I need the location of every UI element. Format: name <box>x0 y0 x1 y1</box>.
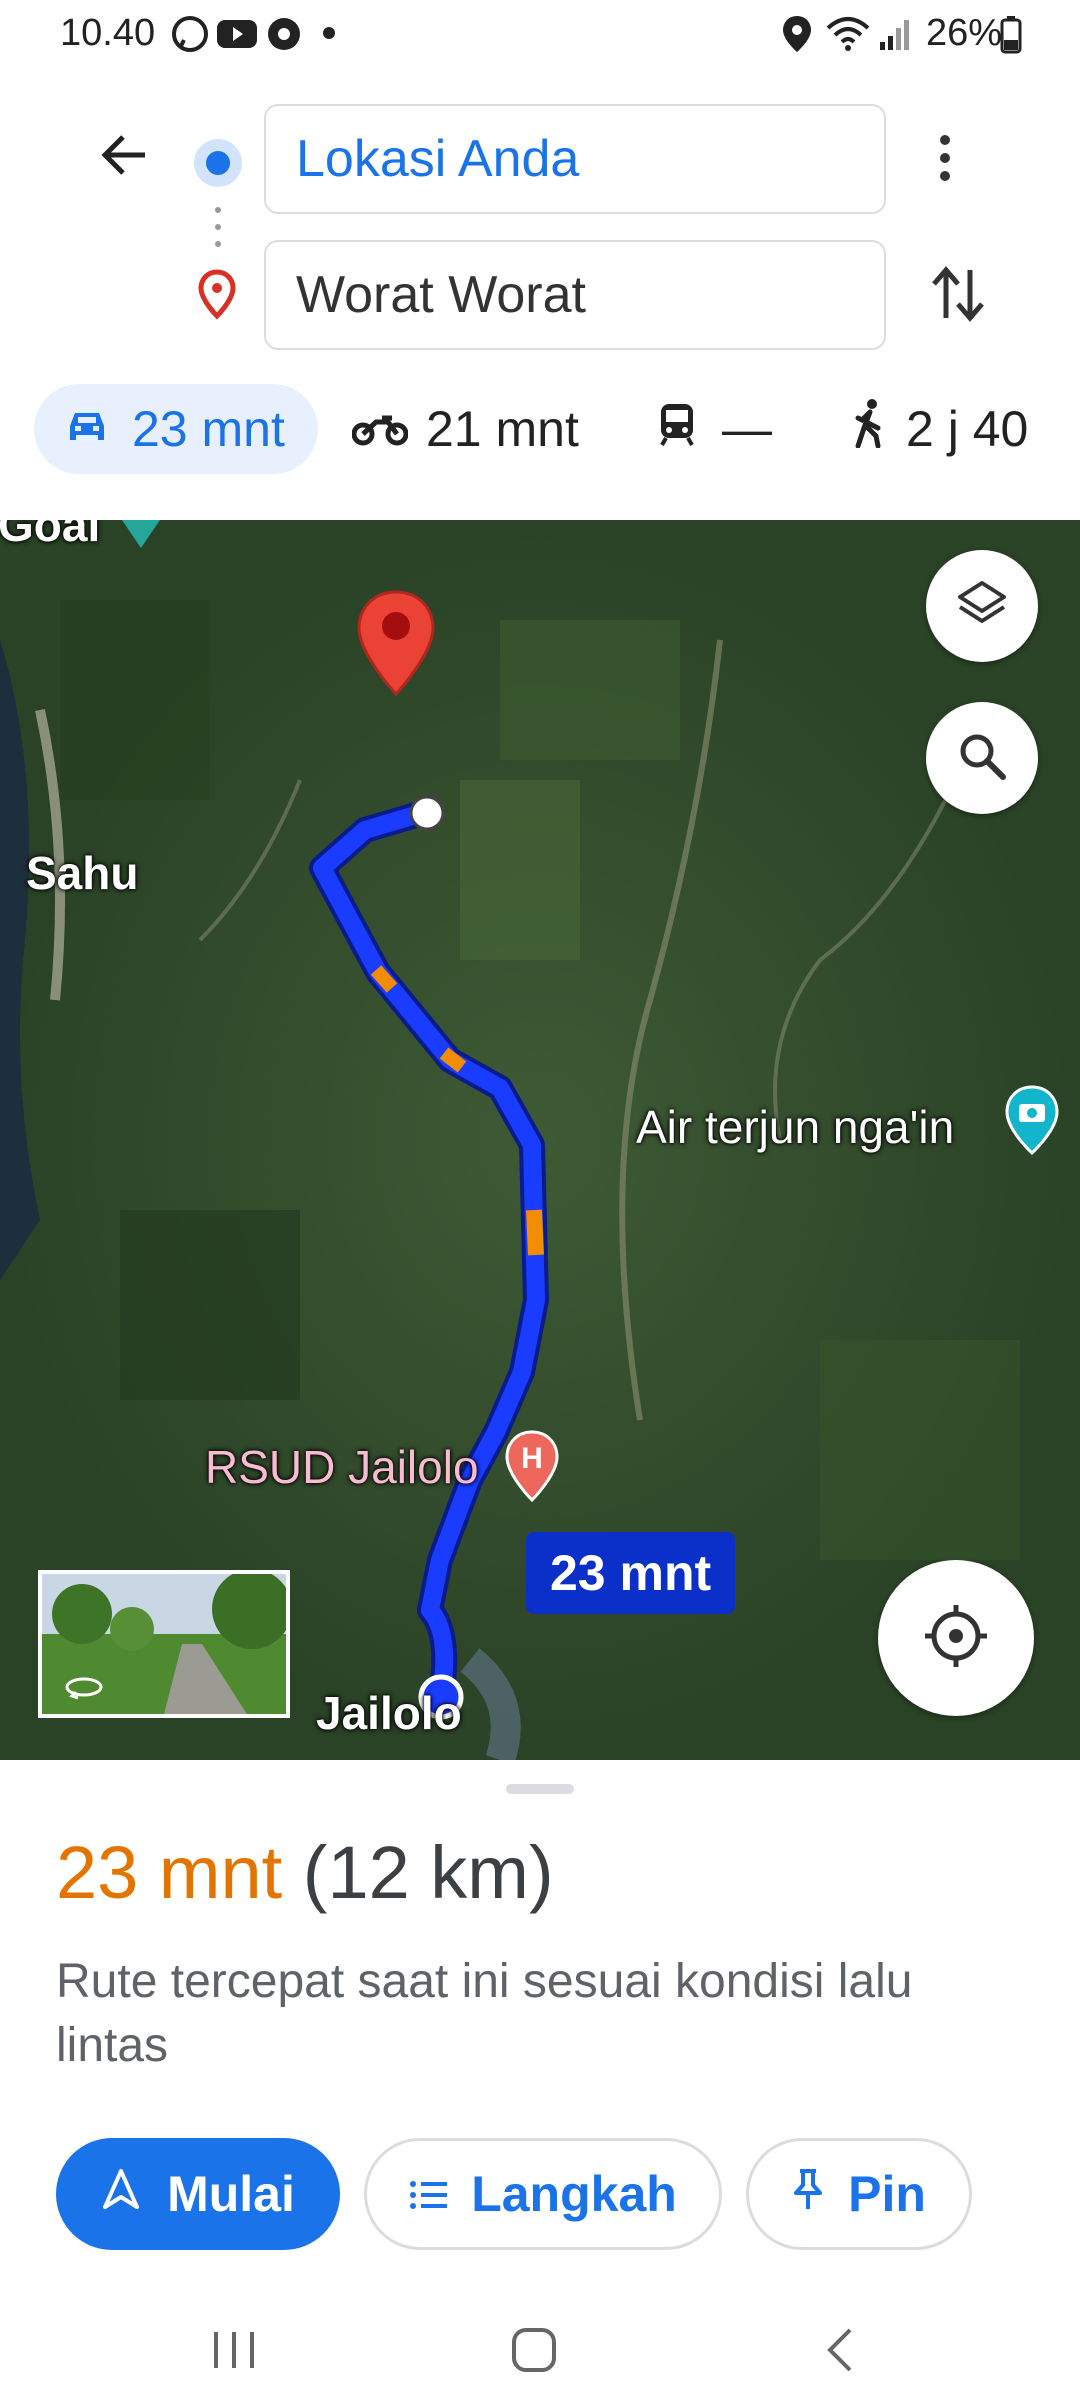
battery-icon <box>1000 14 1022 59</box>
map-view[interactable]: Goal Sahu Air terjun nga'in RSUD Jailolo… <box>0 520 1080 1760</box>
mode-transit-chip[interactable]: — <box>658 384 798 474</box>
steps-button[interactable]: Langkah <box>364 2138 722 2250</box>
mode-car-label: 23 mnt <box>132 401 285 457</box>
car-icon <box>64 400 110 458</box>
crosshair-icon <box>921 1601 991 1676</box>
street-view-360-icon <box>64 1674 104 1705</box>
walk-icon <box>852 398 888 460</box>
notification-dot-icon <box>322 26 336 45</box>
signal-icon <box>878 14 912 59</box>
pin-icon <box>792 2165 824 2223</box>
motorbike-icon <box>351 400 409 458</box>
route-duration: 23 mnt <box>56 1831 283 1914</box>
recent-apps-button[interactable] <box>210 2328 258 2377</box>
search-along-route-button[interactable] <box>926 702 1038 814</box>
whatsapp-icon <box>170 14 210 59</box>
location-icon <box>780 14 814 59</box>
map-label-sahu: Sahu <box>26 847 139 899</box>
layers-icon <box>955 577 1009 636</box>
pin-button[interactable]: Pin <box>746 2138 972 2250</box>
steps-button-label: Langkah <box>471 2166 677 2222</box>
map-label-jailolo: Jailolo <box>316 1687 462 1739</box>
mode-transit-label: — <box>722 401 772 457</box>
train-icon <box>658 400 696 458</box>
soccer-icon <box>264 14 304 59</box>
hospital-poi-icon[interactable]: H <box>504 1430 560 1507</box>
origin-dot-icon <box>190 135 246 196</box>
map-label-top-partial: Goal <box>0 520 101 551</box>
pin-button-label: Pin <box>848 2166 926 2222</box>
layers-button[interactable] <box>926 550 1038 662</box>
home-button[interactable] <box>510 2326 558 2379</box>
sheet-drag-handle[interactable] <box>506 1784 574 1794</box>
route-duration-badge[interactable]: 23 mnt <box>526 1532 736 1614</box>
street-view-thumbnail[interactable] <box>38 1570 290 1718</box>
svg-text:H: H <box>521 1442 543 1475</box>
swap-directions-button[interactable] <box>928 262 988 331</box>
map-label-air-terjun[interactable]: Air terjun nga'in <box>636 1100 954 1154</box>
poi-marker-top[interactable] <box>118 520 164 555</box>
camera-poi-icon[interactable] <box>1004 1085 1060 1160</box>
destination-pin-icon <box>196 268 238 325</box>
origin-field[interactable]: Lokasi Anda <box>264 104 886 214</box>
navigation-arrow-icon <box>101 2165 141 2223</box>
mode-car-chip[interactable]: 23 mnt <box>34 384 318 474</box>
destination-field[interactable]: Worat Worat <box>264 240 886 350</box>
wifi-icon <box>825 14 871 59</box>
mode-walk-label: 2 j 40 <box>906 401 1029 457</box>
map-label-rsud[interactable]: RSUD Jailolo <box>205 1440 479 1494</box>
start-button-label: Mulai <box>167 2166 295 2222</box>
more-options-button[interactable] <box>935 130 955 191</box>
mode-motorbike-chip[interactable]: 21 mnt <box>351 384 592 474</box>
route-start-marker <box>408 794 446 837</box>
youtube-icon <box>215 14 259 59</box>
route-distance: (12 km) <box>302 1831 554 1914</box>
route-summary-sheet: 23 mnt (12 km) Rute tercepat saat ini se… <box>0 1760 1080 2408</box>
system-back-button[interactable] <box>822 2326 858 2379</box>
back-button[interactable] <box>95 125 155 190</box>
route-connector-dots <box>212 205 224 256</box>
mode-walk-chip[interactable]: 2 j 40 <box>852 384 1062 474</box>
route-description: Rute tercepat saat ini sesuai kondisi la… <box>56 1955 913 2072</box>
status-bar: 10.40 26% <box>0 0 1080 72</box>
search-icon <box>955 729 1009 788</box>
list-icon <box>409 2165 449 2223</box>
status-time: 10.40 <box>60 12 156 54</box>
mode-motorbike-label: 21 mnt <box>426 401 579 457</box>
start-navigation-button[interactable]: Mulai <box>56 2138 340 2250</box>
route-summary-title: 23 mnt (12 km) <box>56 1830 554 1915</box>
destination-pin-marker[interactable] <box>355 588 437 703</box>
recenter-button[interactable] <box>878 1560 1034 1716</box>
battery-percent: 26% <box>925 12 1002 54</box>
